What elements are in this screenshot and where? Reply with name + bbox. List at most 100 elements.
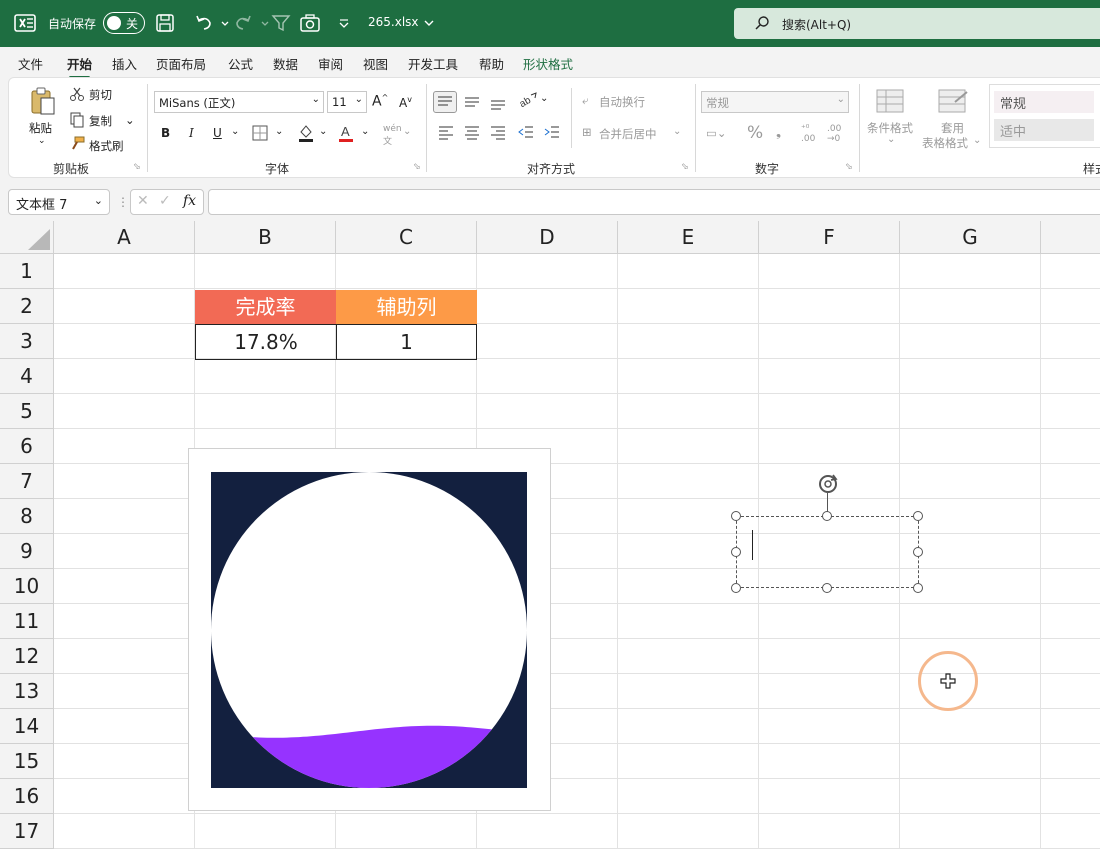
row-header-2[interactable]: 2 xyxy=(0,289,54,324)
format-as-table-label-2[interactable]: 表格格式 xyxy=(922,135,968,151)
row-header-1[interactable]: 1 xyxy=(0,254,54,289)
column-header-c[interactable]: C xyxy=(336,221,477,254)
row-header-14[interactable]: 14 xyxy=(0,709,54,744)
bold-button[interactable]: B xyxy=(161,126,170,140)
font-color-icon[interactable]: A xyxy=(337,123,355,143)
row-header-10[interactable]: 10 xyxy=(0,569,54,604)
wrap-text-label[interactable]: 自动换行 xyxy=(599,94,645,110)
tab-home[interactable]: 开始 xyxy=(67,54,92,79)
column-header-d[interactable]: D xyxy=(477,221,618,254)
format-as-table-label-1[interactable]: 套用 xyxy=(941,120,964,136)
redo-dropdown-icon[interactable] xyxy=(254,12,269,34)
save-icon[interactable] xyxy=(154,12,176,34)
confirm-icon[interactable]: ✓ xyxy=(159,193,171,209)
name-box[interactable]: 文本框 7 ⌄ xyxy=(8,189,110,215)
tab-developer[interactable]: 开发工具 xyxy=(408,54,458,73)
format-painter-label[interactable]: 格式刷 xyxy=(89,138,124,154)
row-header-3[interactable]: 3 xyxy=(0,324,54,359)
row-header-15[interactable]: 15 xyxy=(0,744,54,779)
row-header-7[interactable]: 7 xyxy=(0,464,54,499)
row-header-12[interactable]: 12 xyxy=(0,639,54,674)
cell-b2[interactable]: 完成率 xyxy=(195,290,336,325)
row-header-11[interactable]: 11 xyxy=(0,604,54,639)
tab-help[interactable]: 帮助 xyxy=(479,54,504,73)
row-header-5[interactable]: 5 xyxy=(0,394,54,429)
clipboard-launcher-icon[interactable]: ⬂ xyxy=(133,162,141,172)
increase-font-icon[interactable]: A^ xyxy=(372,93,388,110)
tab-insert[interactable]: 插入 xyxy=(112,54,137,73)
font-launcher-icon[interactable]: ⬂ xyxy=(413,162,421,172)
cut-icon[interactable] xyxy=(69,86,85,102)
decrease-indent-icon[interactable] xyxy=(517,124,535,140)
filter-icon[interactable] xyxy=(270,12,292,34)
align-bottom-icon[interactable] xyxy=(487,91,509,111)
customize-toolbar-icon[interactable] xyxy=(333,12,349,34)
style-normal[interactable]: 常规 xyxy=(994,91,1094,113)
tab-view[interactable]: 视图 xyxy=(363,54,388,73)
tab-file[interactable]: 文件 xyxy=(18,54,43,73)
search-box[interactable]: 搜索(Alt+Q) xyxy=(734,8,1100,39)
more-icon[interactable]: ⋮ xyxy=(117,195,129,209)
format-table-dropdown-icon[interactable]: ⌄ xyxy=(973,135,981,146)
borders-dropdown-icon[interactable]: ⌄ xyxy=(275,126,283,137)
italic-button[interactable]: I xyxy=(189,126,194,140)
number-format-select[interactable]: 常规 ⌄ xyxy=(701,91,849,113)
merge-center-icon[interactable]: ⊞ xyxy=(582,125,592,139)
row-header-8[interactable]: 8 xyxy=(0,499,54,534)
row-header-16[interactable]: 16 xyxy=(0,779,54,814)
paste-label[interactable]: 粘贴 xyxy=(29,120,52,136)
formula-input[interactable] xyxy=(208,189,1100,215)
underline-dropdown-icon[interactable]: ⌄ xyxy=(231,126,239,137)
resize-handle-bl[interactable] xyxy=(731,583,741,593)
cancel-icon[interactable]: ✕ xyxy=(137,193,149,209)
decrease-decimal-icon[interactable]: .00 →0 xyxy=(827,124,841,144)
resize-handle-tr[interactable] xyxy=(913,511,923,521)
rotate-handle-icon[interactable] xyxy=(816,472,840,496)
phonetic-dropdown-icon[interactable]: ⌄ xyxy=(403,126,411,137)
column-header-a[interactable]: A xyxy=(54,221,195,254)
chart-object[interactable] xyxy=(188,448,551,811)
phonetic-icon[interactable]: wén 文 xyxy=(383,124,402,147)
column-header-b[interactable]: B xyxy=(195,221,336,254)
align-center-icon[interactable] xyxy=(463,124,481,140)
file-name[interactable]: 265.xlsx xyxy=(368,15,419,29)
underline-button[interactable]: U xyxy=(213,126,222,140)
resize-handle-br[interactable] xyxy=(913,583,923,593)
autosave-toggle[interactable]: 关 xyxy=(103,12,145,34)
fill-color-icon[interactable] xyxy=(297,123,315,143)
copy-label[interactable]: 复制 xyxy=(89,113,112,129)
redo-icon[interactable] xyxy=(232,12,254,34)
conditional-dropdown-icon[interactable]: ⌄ xyxy=(887,134,895,145)
select-all-button[interactable] xyxy=(0,221,54,254)
column-header-f[interactable]: F xyxy=(759,221,900,254)
orientation-dropdown-icon[interactable]: ⌄ xyxy=(540,93,548,104)
resize-handle-l[interactable] xyxy=(731,547,741,557)
percent-button[interactable]: % xyxy=(747,123,763,143)
undo-icon[interactable] xyxy=(193,12,215,34)
align-right-icon[interactable] xyxy=(489,124,507,140)
row-header-17[interactable]: 17 xyxy=(0,814,54,849)
undo-dropdown-icon[interactable] xyxy=(214,12,229,34)
tab-shape-format[interactable]: 形状格式 xyxy=(523,54,573,73)
copy-icon[interactable] xyxy=(69,112,85,128)
align-left-icon[interactable] xyxy=(437,124,455,140)
font-name-select[interactable]: MiSans (正文) ⌄ xyxy=(154,91,324,113)
alignment-launcher-icon[interactable]: ⬂ xyxy=(681,162,689,172)
camera-icon[interactable] xyxy=(299,12,321,34)
align-top-button[interactable] xyxy=(433,91,457,113)
wrap-text-icon[interactable]: ⤶ xyxy=(582,93,588,108)
column-header-e[interactable]: E xyxy=(618,221,759,254)
tab-formulas[interactable]: 公式 xyxy=(228,54,253,73)
copy-dropdown-icon[interactable]: ⌄ xyxy=(125,113,135,127)
resize-handle-b[interactable] xyxy=(822,583,832,593)
number-launcher-icon[interactable]: ⬂ xyxy=(845,162,853,172)
resize-handle-t[interactable] xyxy=(822,511,832,521)
chevron-down-icon[interactable]: ⌄ xyxy=(94,194,103,207)
tab-page-layout[interactable]: 页面布局 xyxy=(156,54,206,73)
comma-style-icon[interactable]: ❟ xyxy=(776,125,781,140)
liquid-fill-chart[interactable] xyxy=(211,472,527,788)
tab-data[interactable]: 数据 xyxy=(273,54,298,73)
format-painter-icon[interactable] xyxy=(69,136,85,152)
column-header-h[interactable] xyxy=(1041,221,1100,254)
increase-decimal-icon[interactable]: ⁺⁰ .00 xyxy=(801,124,815,144)
